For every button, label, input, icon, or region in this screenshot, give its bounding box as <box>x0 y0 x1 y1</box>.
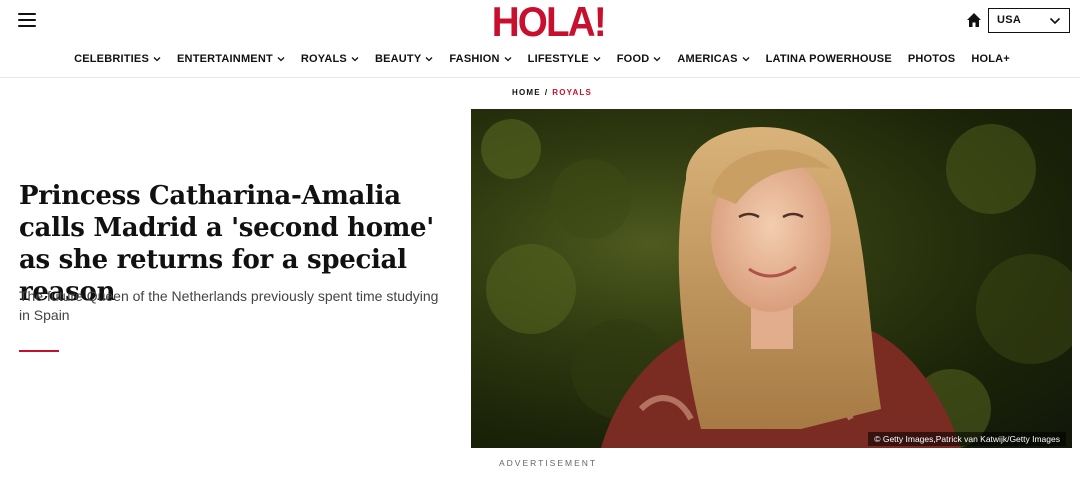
site-logo[interactable]: HOLA! <box>492 1 607 43</box>
nav-item-label: FASHION <box>449 53 500 65</box>
nav-item-label: CELEBRITIES <box>74 53 150 65</box>
menu-icon[interactable] <box>18 12 38 28</box>
chevron-down-icon <box>277 57 285 62</box>
nav-item-celebrities[interactable]: CELEBRITIES <box>74 53 161 65</box>
country-select[interactable]: USA <box>988 8 1070 33</box>
hero-illustration <box>481 119 1072 448</box>
nav-item-beauty[interactable]: BEAUTY <box>375 53 433 65</box>
chevron-down-icon <box>351 57 359 62</box>
chevron-down-icon <box>742 57 750 62</box>
advertisement-label: ADVERTISEMENT <box>499 458 598 468</box>
chevron-down-icon <box>653 57 661 62</box>
nav-item-label: HOLA+ <box>971 53 1010 65</box>
chevron-down-icon <box>1049 17 1061 25</box>
home-icon[interactable] <box>966 12 982 28</box>
nav-item-lifestyle[interactable]: LIFESTYLE <box>528 53 601 65</box>
nav-item-label: FOOD <box>616 53 650 65</box>
nav-item-label: AMERICAS <box>677 53 738 65</box>
nav-item-label: LATINA POWERHOUSE <box>765 53 892 65</box>
nav-item-hola[interactable]: HOLA+ <box>971 53 1010 65</box>
nav-item-fashion[interactable]: FASHION <box>449 53 512 65</box>
chevron-down-icon <box>504 57 512 62</box>
nav-item-food[interactable]: FOOD <box>617 53 662 65</box>
chevron-down-icon <box>153 57 161 62</box>
main-nav: CELEBRITIES ENTERTAINMENT ROYALS BEAUTY FASH… <box>0 44 1080 78</box>
nav-item-royals[interactable]: ROYALS <box>301 53 359 65</box>
chevron-down-icon <box>593 57 601 62</box>
nav-item-photos[interactable]: PHOTOS <box>908 53 955 65</box>
nav-item-label: ENTERTAINMENT <box>177 53 273 65</box>
country-select-value: USA <box>997 14 1022 26</box>
nav-item-label: PHOTOS <box>907 53 956 65</box>
breadcrumb-section[interactable]: ROYALS <box>552 88 592 97</box>
nav-item-americas[interactable]: AMERICAS <box>677 53 750 65</box>
breadcrumb-home[interactable]: HOME <box>512 88 541 97</box>
breadcrumb: HOME / ROYALS <box>512 88 592 97</box>
nav-item-entertainment[interactable]: ENTERTAINMENT <box>177 53 285 65</box>
hero-image: © Getty Images,Patrick van Katwijk/Getty… <box>471 109 1072 448</box>
nav-item-label: ROYALS <box>300 53 347 65</box>
nav-item-latina-powerhouse[interactable]: LATINA POWERHOUSE <box>766 53 892 65</box>
nav-item-label: LIFESTYLE <box>527 53 589 65</box>
article-subtitle: The future Queen of the Netherlands prev… <box>19 288 439 323</box>
breadcrumb-separator: / <box>544 88 549 97</box>
site-header: HOLA! USA <box>0 0 1080 44</box>
accent-divider <box>19 350 59 352</box>
image-credit: © Getty Images,Patrick van Katwijk/Getty… <box>868 432 1066 446</box>
nav-item-label: BEAUTY <box>374 53 422 65</box>
chevron-down-icon <box>425 57 433 62</box>
